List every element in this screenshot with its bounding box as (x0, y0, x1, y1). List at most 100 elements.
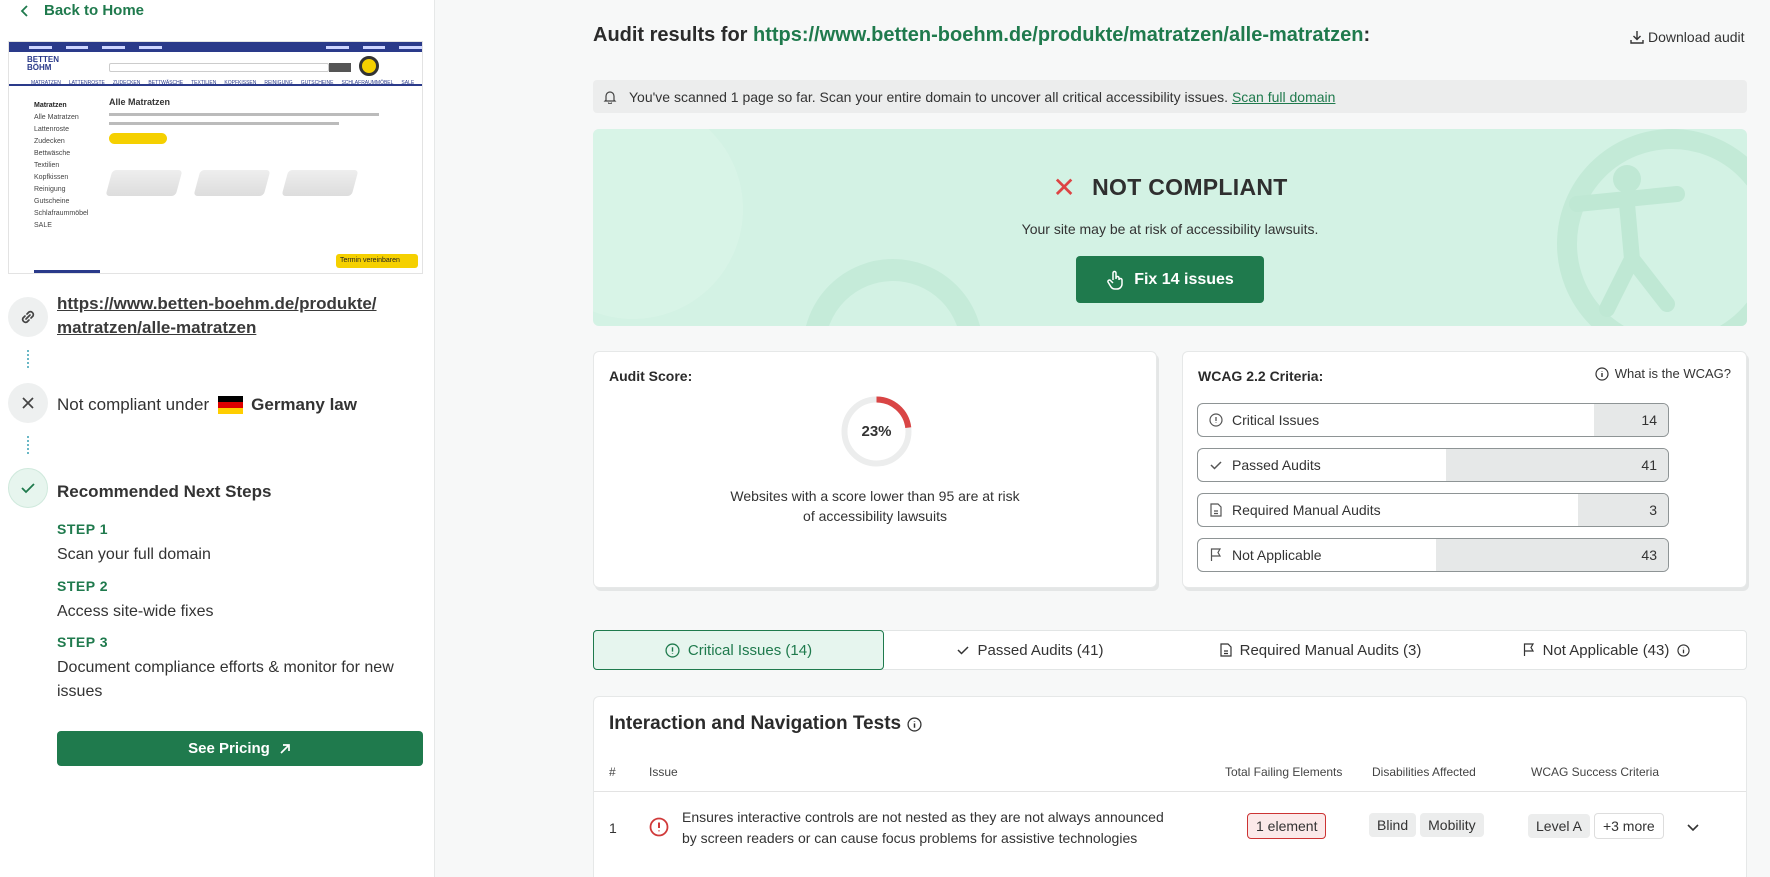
tab-required-manual-audits[interactable]: Required Manual Audits (3) (1175, 630, 1466, 670)
info-icon[interactable] (907, 716, 922, 732)
preview-sidebar-item: SALE (34, 222, 52, 229)
failing-elements-badge[interactable]: 1 element (1247, 813, 1327, 839)
bell-icon (603, 90, 617, 104)
tab-label: Required Manual Audits (3) (1239, 641, 1422, 659)
criteria-row-not-applicable[interactable]: Not Applicable 43 (1197, 538, 1669, 572)
criteria-count: 41 (1641, 457, 1657, 473)
fix-issues-button[interactable]: Fix 14 issues (1076, 256, 1264, 303)
check-icon (8, 468, 48, 508)
preview-heading: Alle Matratzen (109, 97, 171, 107)
download-label: Download audit (1648, 29, 1745, 45)
criteria-row-critical[interactable]: Critical Issues 14 (1197, 403, 1669, 437)
step-2: STEP 2 Access site-wide fixes (57, 578, 427, 624)
info-icon[interactable] (1677, 643, 1691, 657)
criteria-label: Required Manual Audits (1232, 502, 1381, 518)
close-icon: ✕ (1052, 171, 1077, 203)
check-icon (957, 646, 969, 655)
score-ring: 23% (839, 394, 914, 469)
preview-menu-item: REINIGUNG (264, 80, 293, 86)
page-title: Audit results for https://www.betten-boe… (593, 24, 1370, 47)
back-to-home-link[interactable]: Back to Home (20, 2, 144, 19)
step-label: STEP 1 (57, 521, 108, 537)
disability-tag: Blind (1369, 813, 1417, 837)
disability-tag: Mobility (1420, 813, 1484, 837)
title-suffix: : (1363, 24, 1371, 46)
audit-score-card: Audit Score: 23% Websites with a score l… (593, 351, 1157, 588)
tab-critical-issues[interactable]: Critical Issues (14) (593, 630, 884, 670)
status-heading: ✕ NOT COMPLIANT (593, 171, 1747, 203)
preview-sidebar-item: Matratzen (34, 102, 67, 109)
step-text: Access site-wide fixes (57, 603, 214, 620)
table-row[interactable]: 1 Ensures interactive controls are not n… (594, 807, 1746, 853)
step-3: STEP 3 Document compliance efforts & mon… (57, 634, 427, 704)
score-text-line-2: of accessibility lawsuits (803, 508, 947, 524)
preview-menu-item: LATTENROSTE (68, 80, 105, 86)
preview-sidebar-item: Bettwäsche (34, 150, 71, 157)
check-icon (1208, 458, 1224, 472)
pricing-label: See Pricing (188, 740, 270, 757)
wcag-level-tag: Level A (1528, 814, 1590, 838)
audited-url-link[interactable]: https://www.betten-boehm.de/produkte/ ma… (57, 292, 417, 340)
column-header: WCAG Success Criteria (1531, 765, 1660, 779)
document-icon (1220, 643, 1232, 657)
criteria-label: Not Applicable (1232, 547, 1322, 563)
error-icon (649, 817, 669, 840)
risk-text: Your site may be at risk of accessibilit… (1021, 221, 1319, 237)
more-criteria-button[interactable]: +3 more (1593, 813, 1664, 839)
criteria-label: Critical Issues (1232, 412, 1320, 428)
score-title: Audit Score: (609, 368, 693, 384)
criteria-row-passed[interactable]: Passed Audits 41 (1197, 448, 1669, 482)
info-icon (1595, 366, 1609, 381)
see-pricing-button[interactable]: See Pricing (57, 731, 423, 766)
wcag-title: WCAG 2.2 Criteria: (1198, 368, 1324, 384)
preview-sidebar-item: Gutscheine (34, 198, 70, 205)
hand-pointer-icon (1107, 270, 1123, 290)
what-is-wcag-link[interactable]: What is the WCAG? (1595, 366, 1731, 381)
tab-label: Not Applicable (43) (1542, 641, 1670, 659)
score-text-line-1: Websites with a score lower than 95 are … (730, 488, 1020, 504)
document-icon (1208, 503, 1224, 517)
scan-full-domain-link[interactable]: Scan full domain (1232, 89, 1336, 105)
chevron-down-icon[interactable] (1685, 819, 1701, 838)
score-explanation: Websites with a score lower than 95 are … (594, 486, 1156, 526)
alert-circle-icon (665, 642, 680, 658)
wcag-criteria-card: WCAG 2.2 Criteria: What is the WCAG? Cri… (1182, 351, 1747, 588)
preview-sidebar-item: Reinigung (34, 186, 66, 193)
preview-menu-item: GUTSCHEINE (300, 80, 334, 86)
preview-menu-item: SCHLAFRAUMMÖBEL (341, 80, 394, 86)
column-header: Issue (649, 765, 678, 779)
preview-menu-item: KOPFKISSEN (224, 80, 257, 86)
close-icon (8, 383, 48, 423)
compliance-hero: ✕ NOT COMPLIANT Your site may be at risk… (593, 129, 1747, 326)
flag-icon (1208, 548, 1224, 562)
row-number: 1 (609, 820, 617, 836)
scan-notice: You've scanned 1 page so far. Scan your … (593, 80, 1747, 113)
column-header: # (609, 765, 616, 779)
link-icon (8, 297, 48, 337)
preview-sidebar-item: Lattenroste (34, 126, 70, 133)
connector (27, 436, 29, 454)
preview-logo: BETTEN BÖHM (27, 55, 59, 72)
url-line-2: matratzen/alle-matratzen (57, 318, 257, 337)
issue-line-1: Ensures interactive controls are not nes… (682, 809, 1164, 825)
issue-description: Ensures interactive controls are not nes… (682, 807, 1164, 849)
germany-flag-icon (218, 396, 244, 414)
tab-label: Critical Issues (14) (687, 641, 813, 659)
criteria-count: 43 (1641, 547, 1657, 563)
chevron-left-icon (20, 4, 28, 17)
notice-text: You've scanned 1 page so far. Scan your … (629, 88, 1229, 105)
tab-label: Passed Audits (41) (977, 641, 1104, 659)
compliance-status: Not compliant under Germany law (57, 395, 357, 415)
criteria-row-manual[interactable]: Required Manual Audits 3 (1197, 493, 1669, 527)
criteria-count: 14 (1641, 412, 1657, 428)
column-header: Disabilities Affected (1372, 765, 1476, 779)
tab-not-applicable[interactable]: Not Applicable (43) (1466, 630, 1747, 670)
download-audit-button[interactable]: Download audit (1630, 29, 1745, 45)
criteria-label: Passed Audits (1232, 457, 1321, 473)
tab-passed-audits[interactable]: Passed Audits (41) (884, 630, 1175, 670)
criteria-count: 3 (1649, 502, 1657, 518)
preview-cta: Termin vereinbaren (336, 254, 418, 268)
preview-sidebar-item: Textilien (34, 162, 60, 169)
issue-line-2: by screen readers or can cause focus pro… (682, 830, 1138, 846)
preview-menu-item: BETTWÄSCHE (148, 80, 184, 86)
